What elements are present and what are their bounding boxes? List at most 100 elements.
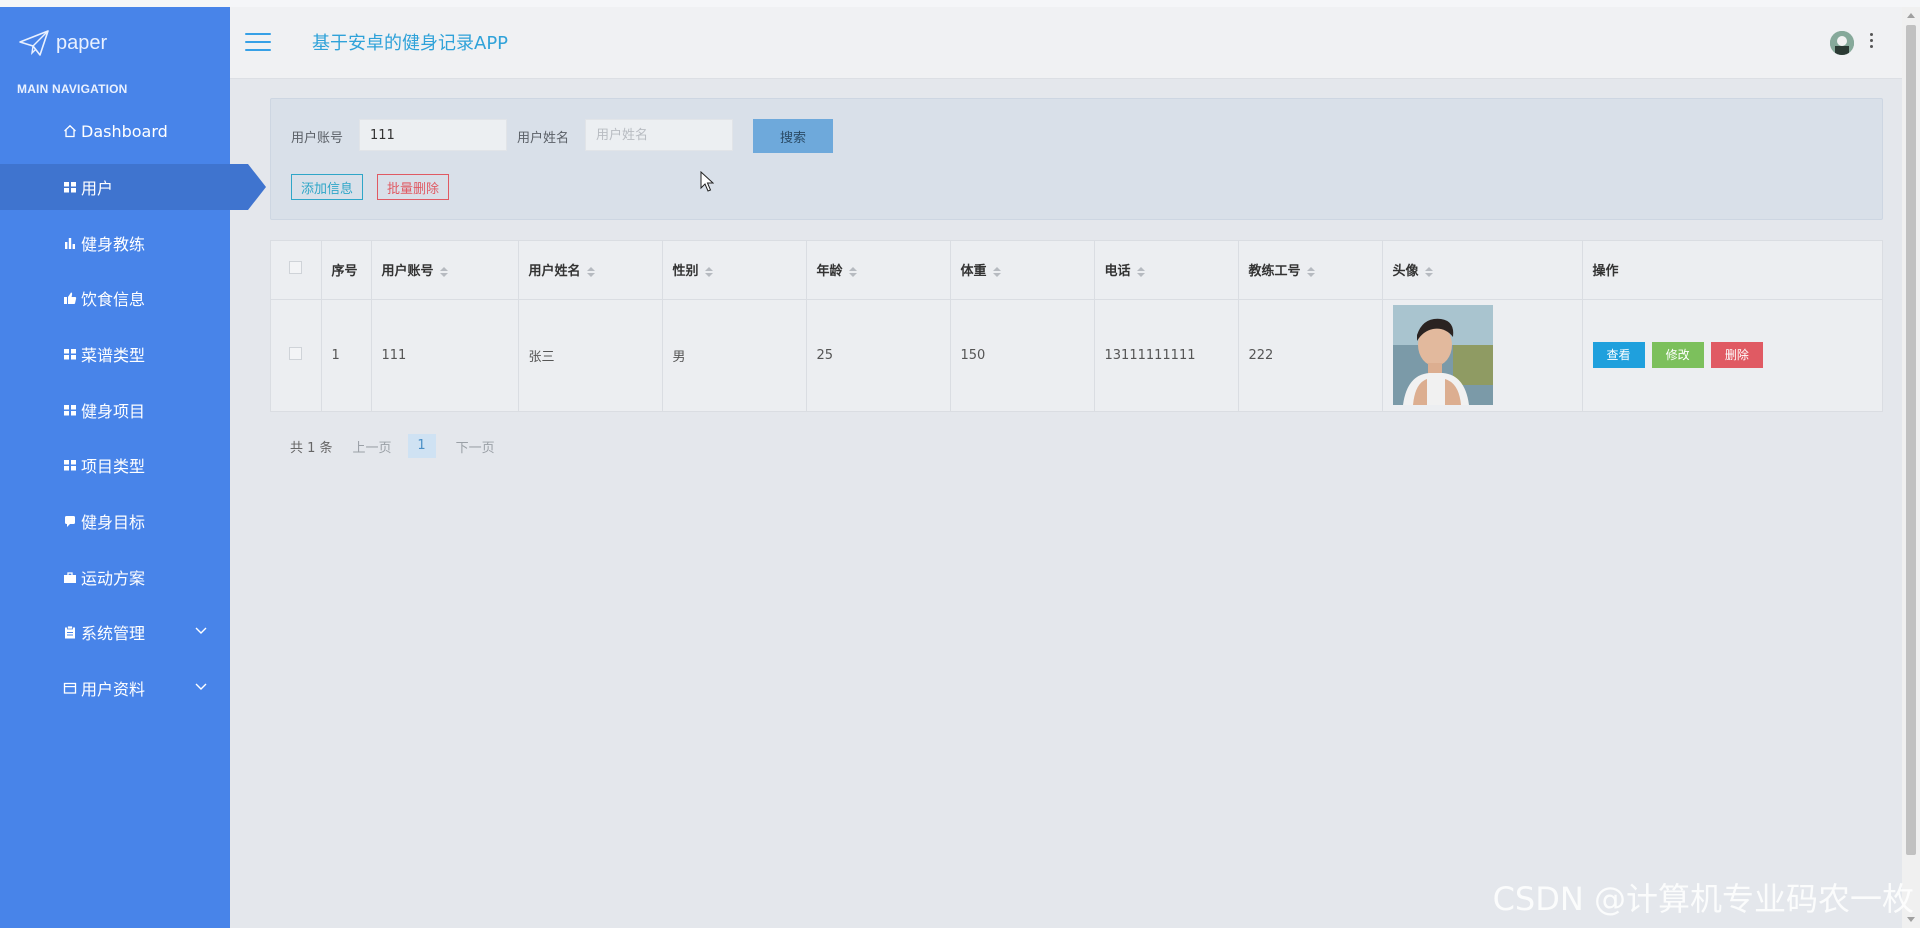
scroll-up-icon[interactable] <box>1907 13 1915 18</box>
cell-index: 1 <box>321 299 372 411</box>
more-options-icon[interactable] <box>1868 33 1874 53</box>
mouse-pointer-icon <box>700 171 714 192</box>
row-select-cell <box>271 299 322 411</box>
name-input[interactable] <box>585 119 733 151</box>
logo-text: paper <box>56 31 108 54</box>
col-actions: 操作 <box>1582 241 1882 300</box>
next-page-button[interactable]: 下一页 <box>456 437 495 456</box>
sort-icon[interactable] <box>704 266 713 277</box>
col-label: 体重 <box>960 264 987 280</box>
add-info-button[interactable]: 添加信息 <box>291 174 364 200</box>
edit-button[interactable]: 修改 <box>1651 342 1704 369</box>
sidebar-item-diet[interactable]: 饮食信息 <box>0 275 230 321</box>
grid-icon <box>64 405 76 416</box>
sidebar-item-label: 饮食信息 <box>81 290 146 309</box>
sidebar-item-label: 用户 <box>81 179 114 198</box>
sidebar-item-exercise-plans[interactable]: 运动方案 <box>0 554 230 600</box>
sidebar-item-project-types[interactable]: 项目类型 <box>0 442 230 488</box>
col-age[interactable]: 年龄 <box>806 241 951 300</box>
sidebar-item-label: 健身项目 <box>81 402 146 421</box>
grid-icon <box>64 349 76 360</box>
sidebar-item-user-profile[interactable]: 用户资料 <box>0 665 230 711</box>
sidebar-item-coaches[interactable]: 健身教练 <box>0 220 230 266</box>
bar-chart-icon <box>65 238 75 249</box>
account-input[interactable] <box>359 119 507 151</box>
clipboard-icon <box>65 625 75 639</box>
briefcase-icon <box>64 572 76 583</box>
view-button[interactable]: 查看 <box>1592 342 1645 369</box>
current-page-button[interactable]: 1 <box>407 434 436 458</box>
delete-button[interactable]: 删除 <box>1710 342 1763 369</box>
top-header: 基于安卓的健身记录APP <box>230 7 1902 79</box>
total-count: 共 1 条 <box>290 440 333 456</box>
grid-icon <box>64 460 76 471</box>
col-label: 性别 <box>672 264 699 280</box>
user-photo[interactable] <box>1392 305 1493 406</box>
sidebar: paper MAIN NAVIGATION Dashboard 用户 健身教练 … <box>0 7 266 928</box>
prev-page-button[interactable]: 上一页 <box>353 437 392 456</box>
sidebar-item-fitness-projects[interactable]: 健身项目 <box>0 387 230 433</box>
col-label: 电话 <box>1104 264 1131 280</box>
logo[interactable]: paper <box>18 25 107 61</box>
sidebar-item-label: 项目类型 <box>81 457 146 476</box>
col-coach-id[interactable]: 教练工号 <box>1238 241 1383 300</box>
paper-plane-icon <box>19 30 49 56</box>
cell-account: 111 <box>371 299 519 411</box>
sort-icon[interactable] <box>439 266 448 277</box>
batch-delete-button[interactable]: 批量删除 <box>377 174 450 200</box>
sort-icon[interactable] <box>992 266 1001 277</box>
user-avatar[interactable] <box>1830 31 1854 55</box>
nav-title: MAIN NAVIGATION <box>17 82 128 96</box>
select-all-checkbox[interactable] <box>289 261 303 275</box>
cell-gender: 男 <box>662 299 807 411</box>
col-weight[interactable]: 体重 <box>950 241 1095 300</box>
sidebar-item-label: 用户资料 <box>81 680 146 699</box>
cell-avatar <box>1382 299 1583 411</box>
col-label: 用户账号 <box>381 264 434 280</box>
sidebar-item-label: 运动方案 <box>81 569 146 588</box>
scrollbar-thumb[interactable] <box>1906 25 1916 855</box>
sidebar-item-system-management[interactable]: 系统管理 <box>0 609 230 655</box>
user-table: 序号 用户账号 用户姓名 性别 年龄 体重 电话 教练工号 头像 操作 1 11… <box>270 240 1883 412</box>
col-label: 教练工号 <box>1248 264 1301 280</box>
cell-phone: 13111111111 <box>1094 299 1239 411</box>
col-gender[interactable]: 性别 <box>662 241 807 300</box>
cell-weight: 150 <box>950 299 1095 411</box>
sidebar-item-label: 健身目标 <box>81 513 146 532</box>
cell-actions: 查看 修改 删除 <box>1582 299 1882 411</box>
menu-toggle-icon[interactable] <box>245 33 271 53</box>
pagination: 共 1 条 上一页 1 下一页 <box>290 434 495 458</box>
sidebar-item-label: Dashboard <box>81 121 168 141</box>
watermark: CSDN @计算机专业码农一枚 <box>1492 880 1914 918</box>
card-icon <box>63 682 77 694</box>
col-avatar[interactable]: 头像 <box>1382 241 1583 300</box>
sort-icon[interactable] <box>848 266 857 277</box>
sidebar-item-users[interactable]: 用户 <box>0 164 266 210</box>
row-checkbox[interactable] <box>289 346 303 360</box>
top-strip <box>0 0 1920 7</box>
col-account[interactable]: 用户账号 <box>371 241 519 300</box>
sidebar-item-recipe-types[interactable]: 菜谱类型 <box>0 331 230 377</box>
sidebar-item-label: 系统管理 <box>81 624 146 643</box>
chat-icon <box>65 516 75 527</box>
cell-coach-id: 222 <box>1238 299 1383 411</box>
col-index: 序号 <box>321 241 372 300</box>
table-header-row: 序号 用户账号 用户姓名 性别 年龄 体重 电话 教练工号 头像 操作 <box>271 241 1882 300</box>
thumbs-up-icon <box>64 292 77 304</box>
home-icon <box>64 124 76 138</box>
col-name[interactable]: 用户姓名 <box>518 241 663 300</box>
sidebar-item-dashboard[interactable]: Dashboard <box>0 108 230 154</box>
sidebar-item-fitness-goals[interactable]: 健身目标 <box>0 498 230 544</box>
page-scrollbar[interactable] <box>1902 7 1920 928</box>
sort-icon[interactable] <box>1424 266 1433 277</box>
sort-icon[interactable] <box>1136 266 1145 277</box>
sort-icon[interactable] <box>1306 266 1315 277</box>
cell-age: 25 <box>806 299 951 411</box>
search-button[interactable]: 搜索 <box>753 119 833 153</box>
search-panel: 用户账号 用户姓名 搜索 添加信息 批量删除 <box>270 98 1883 220</box>
col-phone[interactable]: 电话 <box>1094 241 1239 300</box>
account-label: 用户账号 <box>291 131 344 146</box>
chevron-down-icon <box>195 627 207 634</box>
chevron-down-icon <box>195 683 207 690</box>
sort-icon[interactable] <box>586 266 595 277</box>
